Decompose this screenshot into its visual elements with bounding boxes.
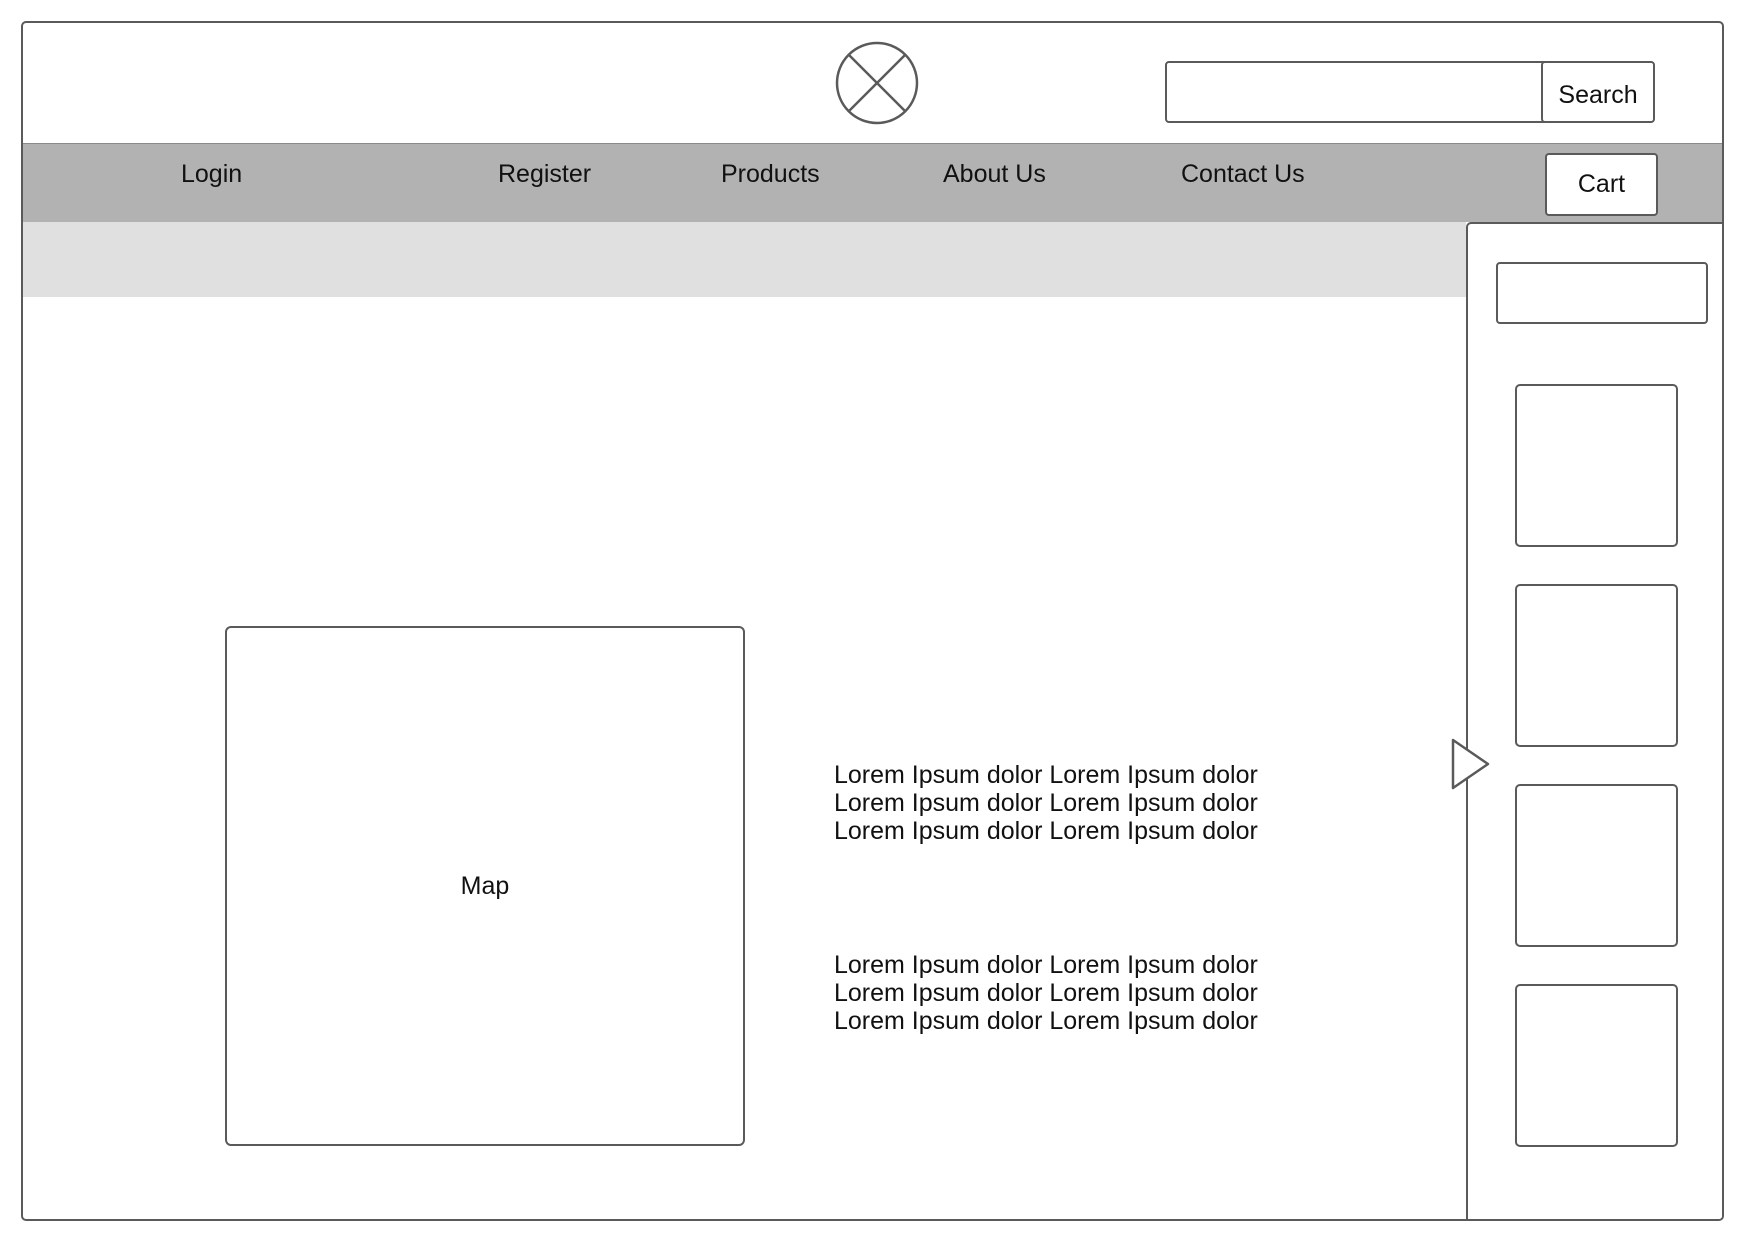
sidebar-card-3[interactable] — [1515, 784, 1678, 947]
paragraph-1: Lorem Ipsum dolor Lorem Ipsum dolor Lore… — [834, 761, 1258, 845]
paragraph-2: Lorem Ipsum dolor Lorem Ipsum dolor Lore… — [834, 951, 1258, 1035]
map-placeholder[interactable]: Map — [225, 626, 745, 1146]
browser-window: Search Login Register Products About Us … — [21, 21, 1724, 1221]
nav-about-us[interactable]: About Us — [943, 160, 1046, 189]
logo-placeholder-icon — [835, 41, 919, 125]
sidebar-card-1[interactable] — [1515, 384, 1678, 547]
navigation-bar: Login Register Products About Us Contact… — [23, 143, 1722, 222]
sidebar-panel — [1466, 222, 1722, 1219]
banner — [23, 222, 1466, 297]
nav-products[interactable]: Products — [721, 160, 820, 189]
nav-register[interactable]: Register — [498, 160, 591, 189]
search-input[interactable] — [1165, 61, 1553, 123]
sidebar-card-2[interactable] — [1515, 584, 1678, 747]
triangle-right-icon[interactable] — [1450, 737, 1492, 791]
sidebar-input[interactable] — [1496, 262, 1708, 324]
nav-login[interactable]: Login — [181, 160, 242, 189]
sidebar-card-4[interactable] — [1515, 984, 1678, 1147]
cart-button[interactable]: Cart — [1545, 153, 1658, 216]
nav-contact-us[interactable]: Contact Us — [1181, 160, 1305, 189]
map-label: Map — [460, 871, 510, 900]
search-button[interactable]: Search — [1541, 61, 1655, 123]
